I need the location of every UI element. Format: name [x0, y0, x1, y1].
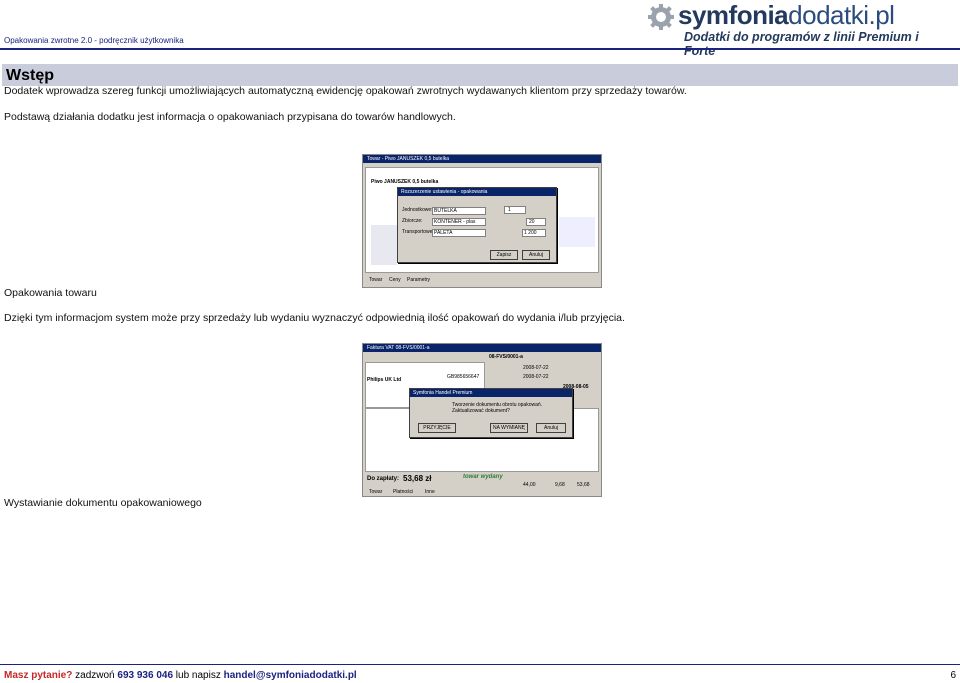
paragraph-info: Dzięki tym informacjom system może przy …: [4, 312, 625, 324]
gear-logo-icon: [648, 4, 674, 30]
footer-or-write: lub napisz: [175, 670, 221, 681]
cancel-button[interactable]: Anuluj: [536, 423, 566, 433]
footer-call: zadzwoń: [75, 670, 115, 681]
section-title: Wstęp: [6, 67, 54, 84]
screenshot-product-packaging: Towar - Piwo JANUSZEK 0,5 butelka Piwo J…: [362, 154, 602, 288]
paragraph-intro: Dodatek wprowadza szereg funkcji umożliw…: [4, 85, 687, 97]
symfoniadodatki-logo[interactable]: symfoniadodatki.pl Dodatki do programów …: [646, 0, 946, 58]
page-number: 6: [950, 670, 956, 681]
footer-question: Masz pytanie?: [4, 670, 73, 681]
tab-towar[interactable]: Towar: [369, 277, 382, 283]
tab-towar-2[interactable]: Towar: [369, 489, 382, 495]
document-title: Opakowania zwrotne 2.0 - podręcznik użyt…: [4, 36, 184, 45]
logo-tagline: Dodatki do programów z linii Premium i F…: [684, 30, 919, 58]
packaging-dialog: Rozszerzenie ustawienia - opakowania Jed…: [397, 187, 557, 263]
header-rule: [0, 48, 960, 50]
caption-figure-1: Opakowania towaru: [4, 287, 97, 299]
section-bar: [2, 64, 958, 86]
footer-email-link[interactable]: handel@symfoniadodatki.pl: [224, 670, 357, 681]
paragraph-basis: Podstawą działania dodatku jest informac…: [4, 111, 456, 123]
tab-ceny[interactable]: Ceny: [389, 277, 401, 283]
tab-platnosci[interactable]: Płatności: [393, 489, 413, 495]
dialog-cancel-button[interactable]: Anuluj: [522, 250, 550, 260]
caption-figure-2: Wystawianie dokumentu opakowaniowego: [4, 497, 202, 509]
tab-parametry[interactable]: Parametry: [407, 277, 430, 283]
screenshot-invoice-packaging: Faktura VAT 08-FVS/0001-a 08-FVS/0001-a …: [362, 343, 602, 497]
footer-contact: Masz pytanie? zadzwoń 693 936 046 lub na…: [4, 670, 357, 681]
dialog-save-button[interactable]: Zapisz: [490, 250, 518, 260]
tab-inne[interactable]: Inne: [425, 489, 435, 495]
logo-brand: symfoniadodatki.pl: [678, 0, 895, 30]
footer-phone[interactable]: 693 936 046: [117, 670, 173, 681]
accept-button[interactable]: PRZYJĘCIE: [418, 423, 456, 433]
confirm-dialog: Symfonia Handel Premium Tworzenie dokume…: [409, 388, 573, 438]
footer-rule: [0, 664, 960, 665]
exchange-button[interactable]: NA WYMIANĘ: [490, 423, 528, 433]
